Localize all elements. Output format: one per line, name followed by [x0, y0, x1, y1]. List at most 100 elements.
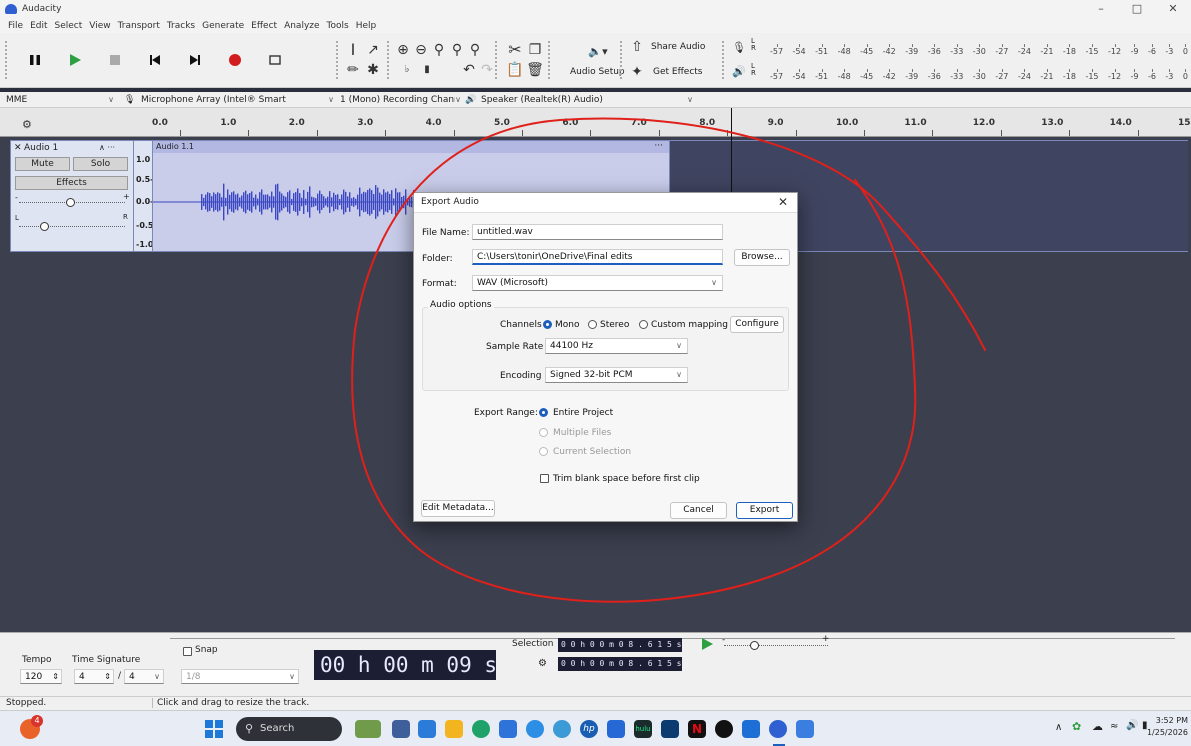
paste-icon[interactable]: 📋: [506, 61, 524, 79]
solo-button[interactable]: Solo: [73, 157, 128, 171]
timeline-settings-icon[interactable]: ⚙: [22, 118, 32, 131]
folder-input[interactable]: [472, 249, 723, 265]
gain-slider-thumb[interactable]: [66, 198, 75, 207]
onedrive-icon[interactable]: ☁: [1092, 720, 1103, 733]
selection-end-field[interactable]: 0 0 h 0 0 m 0 8 . 6 1 5 s ▾: [558, 657, 682, 671]
audio-host-select[interactable]: MME ∨: [6, 93, 116, 107]
loop-button[interactable]: [258, 43, 292, 77]
play-speed-slider[interactable]: [724, 645, 828, 646]
snap-select[interactable]: 1/8 ∨: [181, 669, 299, 684]
channel-stereo-label[interactable]: Stereo: [600, 320, 629, 330]
audacity-taskbar-icon[interactable]: [769, 720, 787, 738]
recording-device-select[interactable]: Microphone Array (Intel® Smart ∨: [141, 93, 336, 107]
tempo-stepper[interactable]: 120 ⇕: [20, 669, 62, 684]
close-dialog-icon[interactable]: ✕: [778, 195, 788, 209]
range-entire-radio[interactable]: [539, 408, 548, 417]
menu-edit[interactable]: Edit: [30, 21, 47, 31]
playback-meter[interactable]: -57 -54 -51 -48 -45 -42 -39 -36 -33 -30 -27 -24 -21-…: [770, 69, 1188, 84]
edit-metadata-button[interactable]: Edit Metadata...: [421, 500, 495, 517]
trim-outside-icon[interactable]: ♭: [398, 61, 416, 79]
record-meter[interactable]: -57 -54 -51 -48 -45 -42 -39 -36 -33 -30 -27 -24 -21-…: [770, 44, 1188, 59]
windows-start-icon[interactable]: [205, 720, 223, 738]
zoom-toggle-icon[interactable]: ⚲: [466, 41, 484, 59]
minimize-button[interactable]: –: [1083, 0, 1119, 18]
cut-icon[interactable]: ✂: [506, 41, 524, 59]
delete-icon[interactable]: 🗑: [526, 61, 544, 79]
fit-project-icon[interactable]: ⚲: [448, 41, 466, 59]
menu-transport[interactable]: Transport: [118, 21, 160, 31]
mute-button[interactable]: Mute: [15, 157, 70, 171]
stop-button[interactable]: [98, 43, 132, 77]
edge-browser-icon[interactable]: [472, 720, 490, 738]
task-view-icon[interactable]: [392, 720, 410, 738]
play-speed-thumb[interactable]: [750, 641, 759, 650]
close-window-button[interactable]: ✕: [1155, 0, 1191, 18]
clock-date[interactable]: 1/25/2026: [1144, 728, 1188, 737]
channel-stereo-radio[interactable]: [588, 320, 597, 329]
volume-icon[interactable]: 🔊: [1126, 720, 1138, 731]
amplitude-scale[interactable]: 1.0 0.5- 0.0- -0.5- -1.0: [134, 140, 157, 252]
range-multiple-label[interactable]: Multiple Files: [553, 428, 611, 438]
toolbar-grip[interactable]: [5, 41, 8, 79]
selection-tool-icon[interactable]: I: [344, 41, 362, 59]
toolbar-grip[interactable]: [620, 41, 623, 79]
channel-mono-radio[interactable]: [543, 320, 552, 329]
disney-plus-icon[interactable]: [661, 720, 679, 738]
range-multiple-radio[interactable]: [539, 428, 548, 437]
draw-tool-icon[interactable]: ✏: [344, 61, 362, 79]
toolbar-grip[interactable]: [387, 41, 390, 79]
export-button[interactable]: Export: [736, 502, 793, 519]
toolbar-grip[interactable]: [336, 41, 339, 79]
fit-selection-icon[interactable]: ⚲: [430, 41, 448, 59]
menu-tools[interactable]: Tools: [327, 21, 349, 31]
multi-tool-icon[interactable]: ✱: [364, 61, 382, 79]
play-at-speed-icon[interactable]: [700, 637, 714, 651]
menu-generate[interactable]: Generate: [202, 21, 244, 31]
copilot-tray-icon[interactable]: ✿: [1072, 720, 1081, 733]
microsoft-store-icon[interactable]: [499, 720, 517, 738]
share-audio-button[interactable]: Share Audio: [651, 42, 705, 52]
browse-button[interactable]: Browse...: [734, 249, 790, 266]
play-button[interactable]: [58, 43, 92, 77]
timeline-ruler[interactable]: ⚙ 0.0 1.0 2.0 3.0 4.0 5.0 6.0 7.0 8.0 9.0 10.0 11.0…: [0, 108, 1191, 137]
menu-analyze[interactable]: Analyze: [284, 21, 319, 31]
taskbar-search-box[interactable]: ⚲ Search: [236, 717, 342, 741]
menu-view[interactable]: View: [89, 21, 110, 31]
hp-app-icon[interactable]: hp: [580, 720, 598, 738]
copy-icon[interactable]: ❐: [526, 41, 544, 59]
encoding-select[interactable]: Signed 32-bit PCM ∨: [545, 367, 688, 383]
maximize-button[interactable]: □: [1119, 0, 1155, 18]
menu-help[interactable]: Help: [356, 21, 377, 31]
pause-button[interactable]: [18, 43, 52, 77]
netflix-app-icon[interactable]: N: [688, 720, 706, 738]
audio-setup-icon[interactable]: 🔈▾: [578, 43, 618, 61]
wifi-icon[interactable]: ≈: [1110, 721, 1118, 732]
trim-blank-checkbox[interactable]: [540, 474, 549, 483]
share-audio-icon[interactable]: ⇧: [628, 38, 646, 56]
calculator-app-icon[interactable]: [742, 720, 760, 738]
track-name[interactable]: Audio 1: [24, 143, 58, 153]
channel-custom-label[interactable]: Custom mapping: [651, 320, 728, 330]
time-display[interactable]: 00 h 00 m 09 s: [314, 650, 496, 680]
tiktok-app-icon[interactable]: [715, 720, 733, 738]
channel-mono-label[interactable]: Mono: [555, 320, 579, 330]
tray-chevron-icon[interactable]: ∧: [1055, 722, 1062, 733]
zoom-app-icon[interactable]: [526, 720, 544, 738]
effects-button[interactable]: Effects: [15, 176, 128, 190]
envelope-tool-icon[interactable]: ↗: [364, 41, 382, 59]
selection-start-field[interactable]: 0 0 h 0 0 m 0 8 . 6 1 5 s ▾: [558, 638, 682, 652]
range-selection-radio[interactable]: [539, 447, 548, 456]
zoom-out-icon[interactable]: ⊖: [412, 41, 430, 59]
pan-slider-track[interactable]: [19, 226, 125, 227]
toolbar-grip[interactable]: [548, 41, 551, 79]
get-effects-button[interactable]: Get Effects: [653, 67, 703, 77]
selection-settings-icon[interactable]: ⚙: [538, 658, 547, 669]
silence-audio-icon[interactable]: ▮: [418, 61, 436, 79]
clip-menu-icon[interactable]: ···: [654, 141, 663, 151]
trim-blank-label[interactable]: Trim blank space before first clip: [553, 474, 700, 484]
menu-effect[interactable]: Effect: [251, 21, 277, 31]
menu-select[interactable]: Select: [55, 21, 83, 31]
file-name-input[interactable]: [472, 224, 723, 240]
track-control-panel[interactable]: ✕ Audio 1 ∧ ··· Mute Solo Effects - + L …: [10, 140, 134, 252]
toolbar-grip[interactable]: [495, 41, 498, 79]
